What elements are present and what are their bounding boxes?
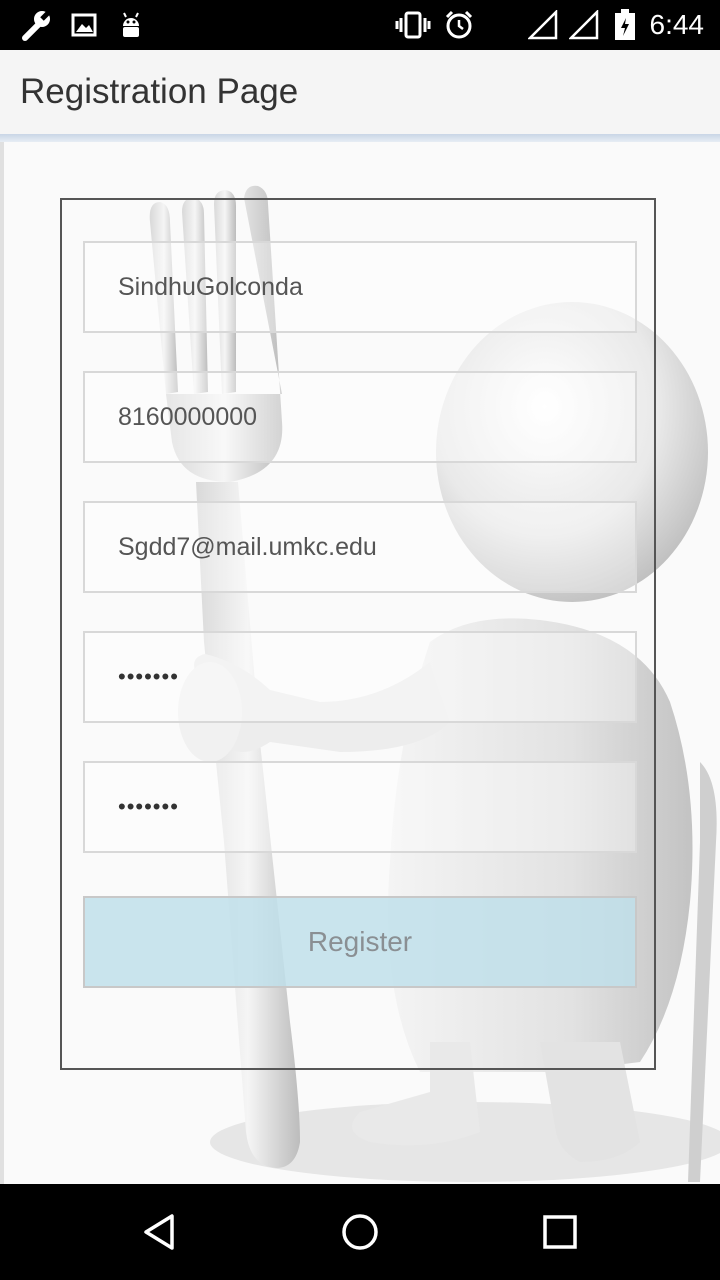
recents-button[interactable] — [500, 1184, 620, 1280]
phone-value: 8160000000 — [118, 403, 258, 431]
wrench-icon — [18, 0, 54, 50]
alarm-icon — [443, 0, 475, 50]
page-title: Registration Page — [20, 72, 299, 111]
registration-content: SindhuGolconda 8160000000 Sgdd7@mail.umk… — [0, 142, 720, 1184]
battery-icon — [612, 0, 638, 50]
status-time: 6:44 — [649, 9, 705, 40]
navigation-bar — [0, 1184, 720, 1280]
vibrate-icon — [394, 0, 432, 50]
phone-field[interactable]: 8160000000 — [83, 371, 637, 463]
back-button[interactable] — [100, 1184, 220, 1280]
home-button[interactable] — [300, 1184, 420, 1280]
email-field[interactable]: Sgdd7@mail.umkc.edu — [83, 501, 637, 593]
registration-form: SindhuGolconda 8160000000 Sgdd7@mail.umk… — [60, 198, 656, 1070]
app-bar: Registration Page — [0, 50, 720, 136]
recents-icon — [543, 1215, 577, 1249]
password-value: ••••••• — [118, 664, 179, 689]
app-bar-divider — [0, 134, 720, 142]
back-icon — [144, 1214, 174, 1250]
name-field[interactable]: SindhuGolconda — [83, 241, 637, 333]
confirm-password-field[interactable]: ••••••• — [83, 761, 637, 853]
password-field[interactable]: ••••••• — [83, 631, 637, 723]
name-value: SindhuGolconda — [118, 273, 303, 301]
status-bar: 6:44 — [0, 0, 720, 50]
signal-icon — [527, 0, 559, 50]
screen: 6:44 Registration Page SindhuGolconda 81… — [0, 0, 720, 1280]
signal-icon — [568, 0, 600, 50]
register-button[interactable]: Register — [83, 896, 637, 988]
android-icon — [117, 0, 145, 50]
confirm-password-value: ••••••• — [118, 794, 179, 819]
home-icon — [342, 1214, 378, 1250]
image-icon — [70, 0, 98, 50]
email-value: Sgdd7@mail.umkc.edu — [118, 533, 377, 561]
